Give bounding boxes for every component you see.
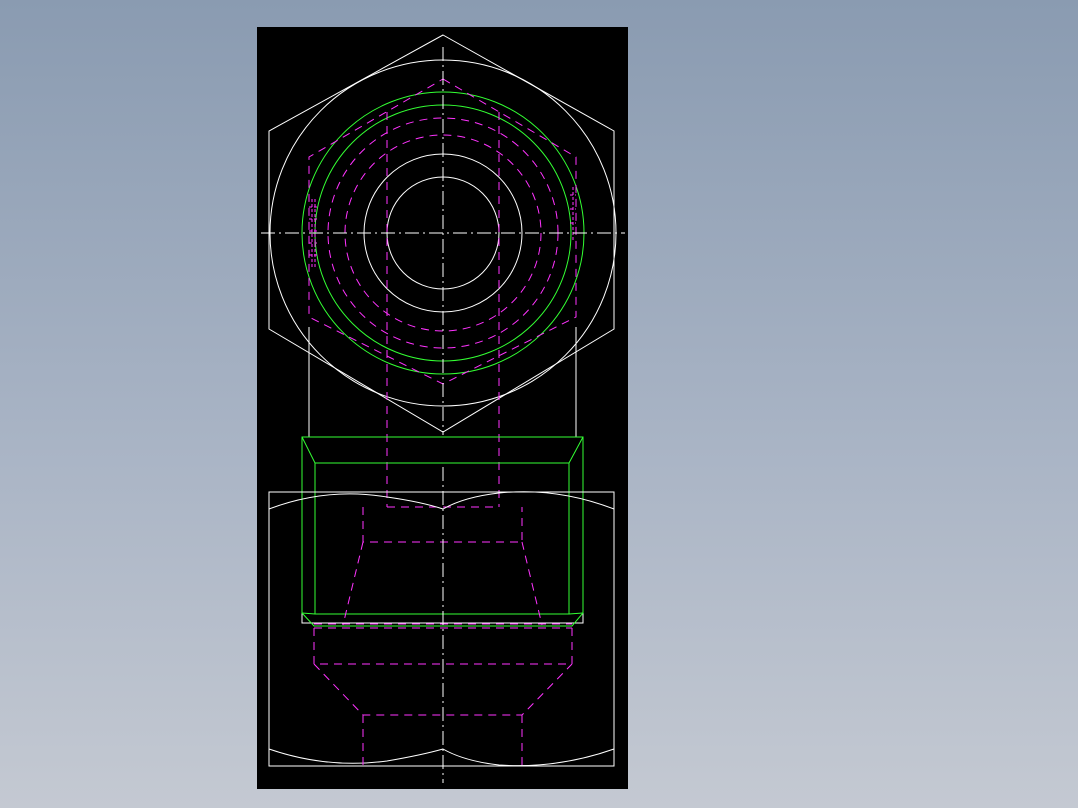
thread-chamfer-tr bbox=[568, 436, 584, 464]
thread-inner-rect bbox=[314, 462, 570, 615]
cad-drawing bbox=[261, 34, 625, 783]
top-chamfer-arc bbox=[268, 491, 615, 510]
front-view bbox=[268, 467, 615, 783]
bottom-chamfer-arc bbox=[268, 748, 615, 767]
thread-chamfer-br bbox=[568, 612, 584, 615]
thread-chamfer-bl bbox=[301, 612, 316, 615]
top-view bbox=[261, 34, 625, 508]
thread-chamfer-tl bbox=[301, 436, 316, 464]
hex-side-outline bbox=[268, 491, 615, 767]
cad-viewport[interactable] bbox=[257, 27, 628, 789]
